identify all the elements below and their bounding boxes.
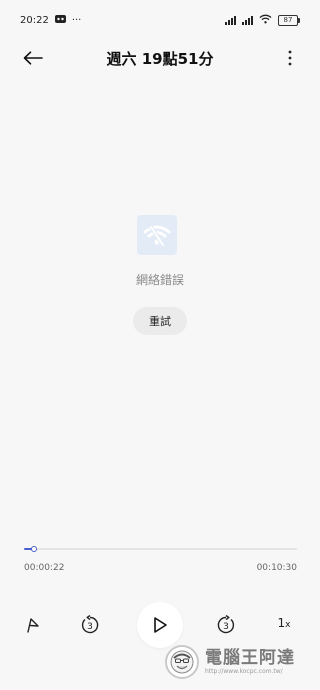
page-title: 週六 19點51分 <box>106 50 214 68</box>
app-notification-icon <box>54 14 66 26</box>
status-time: 20:22 <box>20 14 49 26</box>
speed-unit: x <box>285 620 291 630</box>
status-left: 20:22 ··· <box>20 14 82 26</box>
progress-handle[interactable] <box>30 546 37 552</box>
retry-button[interactable]: 重試 <box>133 307 187 335</box>
watermark-url: http://www.kocpc.com.tw/ <box>205 668 283 675</box>
watermark-face-icon <box>165 645 199 679</box>
forward-button[interactable]: 3 <box>211 610 241 640</box>
rewind-icon: 3 <box>81 615 99 634</box>
watermark: 電腦王阿達 http://www.kocpc.com.tw/ <box>165 640 315 684</box>
status-more-dots: ··· <box>71 14 82 26</box>
watermark-text: 電腦王阿達 http://www.kocpc.com.tw/ <box>205 648 295 676</box>
bookmark-button[interactable] <box>18 610 48 640</box>
status-right: 87 <box>225 14 300 27</box>
flag-icon <box>27 618 39 633</box>
app-bar: 週六 19點51分 <box>0 40 320 76</box>
battery-icon: 87 <box>278 14 300 26</box>
status-bar: 20:22 ··· 87 <box>0 0 320 40</box>
play-icon <box>154 617 167 633</box>
playback-speed-button[interactable]: 1x <box>270 616 298 630</box>
rewind-button[interactable]: 3 <box>75 610 105 640</box>
signal-icon-2 <box>242 15 253 25</box>
signal-icon <box>225 15 236 25</box>
back-button[interactable] <box>18 44 48 72</box>
current-time: 00:00:22 <box>24 563 65 573</box>
rewind-seconds: 3 <box>87 622 93 632</box>
error-message: 網絡錯誤 <box>135 273 184 287</box>
progress-bar[interactable] <box>24 546 297 552</box>
forward-seconds: 3 <box>223 622 229 632</box>
wifi-icon <box>259 14 272 27</box>
watermark-title: 電腦王阿達 <box>205 648 295 668</box>
more-vertical-icon <box>288 50 292 66</box>
speed-value: 1 <box>277 616 286 630</box>
forward-icon: 3 <box>217 615 235 634</box>
arrow-left-icon <box>23 51 43 65</box>
network-error-icon <box>137 215 177 255</box>
total-time: 00:10:30 <box>256 563 297 573</box>
more-options-button[interactable] <box>280 46 300 70</box>
